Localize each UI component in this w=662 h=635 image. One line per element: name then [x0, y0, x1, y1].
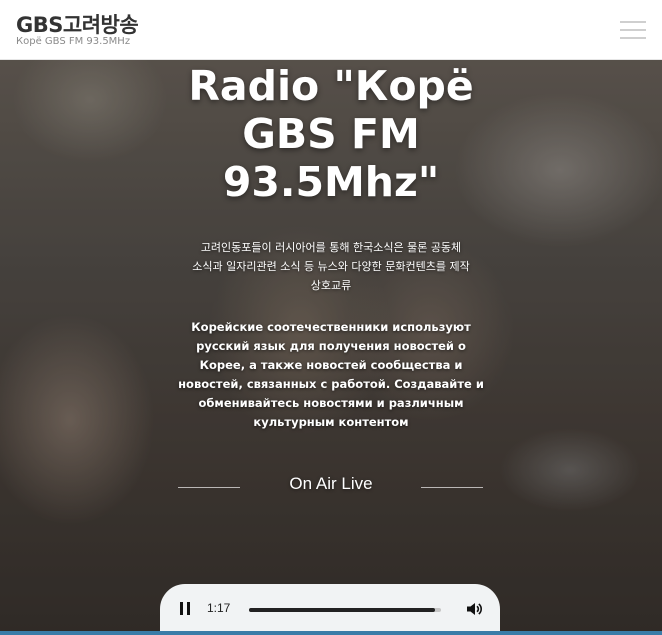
description-line: 고려인동포들이 러시아어를 통해 한국소식은 물론 공동체 [200, 241, 462, 254]
menu-bar [620, 29, 646, 31]
menu-bar [620, 37, 646, 39]
description-line: обменивайтесь новостями и различным [198, 396, 464, 410]
description-line: 소식과 일자리관련 소식 등 뉴스와 다양한 문화컨텐츠를 제작 [192, 260, 470, 273]
description-line: русский язык для получения новостей о [196, 339, 466, 353]
audio-player: 1:17 [160, 584, 500, 634]
on-air-label: On Air Live [289, 474, 373, 493]
hero-title-line: 93.5Mhz" [222, 158, 440, 206]
hamburger-menu-icon[interactable] [620, 20, 646, 40]
header: GBS고려방송 Корё GBS FM 93.5MHz [0, 0, 662, 60]
pause-bar [187, 602, 190, 615]
progress-slider[interactable] [249, 608, 441, 612]
playback-time: 1:17 [207, 601, 231, 615]
on-air-divider-right [421, 487, 483, 488]
pause-bar [180, 602, 183, 615]
volume-icon[interactable] [465, 600, 483, 618]
bottom-accent-bar [0, 631, 662, 635]
logo-title[interactable]: GBS고려방송 [16, 9, 139, 39]
hero-title-line: GBS FM [242, 110, 420, 158]
description-line: Корейские соотечественники используют [191, 320, 471, 334]
description-korean: 고려인동포들이 러시아어를 통해 한국소식은 물론 공동체 소식과 일자리관련 … [150, 238, 512, 295]
description-line: новостей, связанных с работой. Создавайт… [178, 377, 484, 391]
pause-icon[interactable] [179, 602, 191, 615]
hero-title-line: Radio "Корё [188, 62, 474, 110]
description-russian: Корейские соотечественники используют ру… [166, 318, 496, 432]
description-line: культурным контентом [253, 415, 409, 429]
description-line: Корее, а также новостей сообщества и [199, 358, 463, 372]
logo-subtitle: Корё GBS FM 93.5MHz [16, 36, 131, 47]
menu-bar [620, 21, 646, 23]
description-line: 상호교류 [310, 279, 352, 292]
progress-fill [249, 608, 436, 612]
hero-banner: Radio "Корё GBS FM 93.5Mhz" 고려인동포들이 러시아어… [0, 60, 662, 635]
hero-title: Radio "Корё GBS FM 93.5Mhz" [131, 62, 531, 206]
